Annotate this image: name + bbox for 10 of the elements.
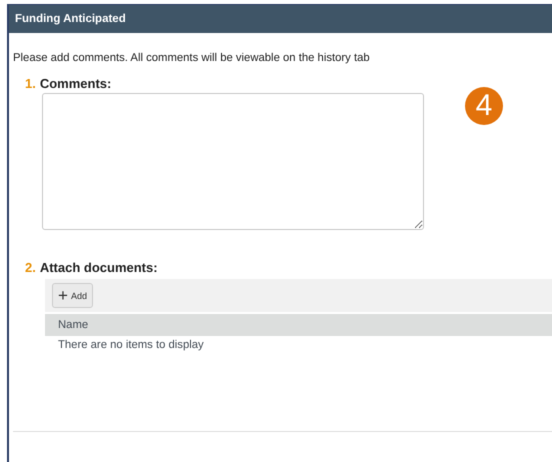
comments-field[interactable] [42, 93, 424, 230]
step-number: 2. [25, 260, 36, 275]
empty-message: There are no items to display [58, 339, 205, 351]
window-title: Funding Anticipated [15, 13, 126, 25]
column-header: Name [58, 319, 88, 331]
intro-text: Please add comments. All comments will be viewable on the history tab [13, 52, 371, 64]
section-title: Attach documents: [40, 260, 158, 275]
step-number: 1. [25, 76, 36, 91]
step-badge: 4 [465, 87, 503, 125]
section-title: Comments: [40, 76, 112, 91]
